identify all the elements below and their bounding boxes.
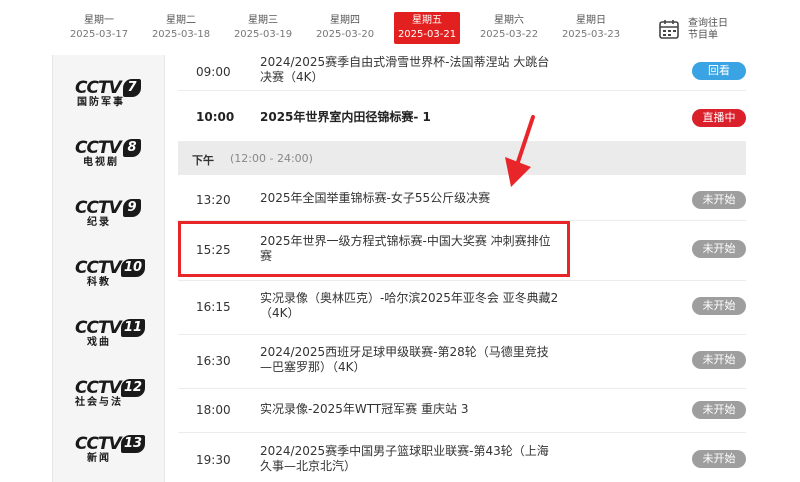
program-time: 16:30 xyxy=(196,354,231,368)
day-date: 2025-03-21 xyxy=(397,29,457,40)
live-button[interactable]: 直播中 xyxy=(692,109,746,127)
channel-number: 9 xyxy=(123,199,141,217)
section-range: (12:00 - 24:00) xyxy=(230,152,313,165)
history-label-line2: 节目单 xyxy=(688,30,718,41)
cctv-wordmark: CCTV xyxy=(75,258,122,278)
calendar-icon xyxy=(659,20,679,39)
program-time: 13:20 xyxy=(196,193,231,207)
channel-cctv13[interactable]: CCTV 13 新闻 xyxy=(73,433,146,473)
section-label: 下午 xyxy=(192,154,214,167)
program-title: 实况录像-2025年WTT冠军赛 重庆站 3 xyxy=(260,402,469,416)
cctv-wordmark: CCTV xyxy=(75,318,122,338)
history-label: 查询往日 节目单 xyxy=(688,18,758,42)
channel-number: 13 xyxy=(121,435,146,453)
program-time: 18:00 xyxy=(196,403,231,417)
channel-list: CCTV 7 国防军事 CCTV 8 电视剧 CCTV 9 纪录 CCTV 10… xyxy=(52,55,165,482)
program-row[interactable]: 16:15 实况录像（奥林匹克）-哈尔滨2025年亚冬会 亚冬典藏2（4K） 未… xyxy=(178,281,746,335)
channel-name: 社会与法 xyxy=(75,397,123,408)
upcoming-badge[interactable]: 未开始 xyxy=(692,297,746,315)
channel-name: 新闻 xyxy=(87,453,111,464)
program-row-live[interactable]: 10:00 2025年世界室内田径锦标赛- 1 直播中 xyxy=(178,91,746,142)
upcoming-badge[interactable]: 未开始 xyxy=(692,351,746,369)
day-weekday: 星期日 xyxy=(576,15,606,26)
day-tab-thu[interactable]: 星期四 2025-03-20 xyxy=(312,12,378,44)
program-row[interactable]: 13:20 2025年全国举重锦标赛-女子55公斤级决赛 未开始 xyxy=(178,175,746,221)
channel-number: 11 xyxy=(121,319,146,337)
program-title: 2025年全国举重锦标赛-女子55公斤级决赛 xyxy=(260,191,491,205)
channel-cctv12[interactable]: CCTV 12 社会与法 xyxy=(73,377,146,417)
channel-number: 12 xyxy=(121,379,146,397)
program-row[interactable]: 09:00 2024/2025赛季自由式滑雪世界杯-法国蒂涅站 大跳台决赛（4K… xyxy=(178,55,746,91)
week-selector: 星期一 2025-03-17 星期二 2025-03-18 星期三 2025-0… xyxy=(0,0,800,52)
channel-number: 8 xyxy=(123,139,141,157)
upcoming-badge[interactable]: 未开始 xyxy=(692,450,746,468)
program-time: 09:00 xyxy=(196,65,231,79)
upcoming-badge[interactable]: 未开始 xyxy=(692,401,746,419)
program-title: 2024/2025西班牙足球甲级联赛-第28轮（马德里竞技—巴塞罗那）（4K） xyxy=(260,345,549,374)
program-row[interactable]: 16:30 2024/2025西班牙足球甲级联赛-第28轮（马德里竞技—巴塞罗那… xyxy=(178,335,746,389)
day-date: 2025-03-19 xyxy=(233,29,293,40)
program-title: 2025年世界一级方程式锦标赛-中国大奖赛 冲刺赛排位赛 xyxy=(260,234,551,263)
time-section-header: 下午 (12:00 - 24:00) xyxy=(178,142,746,175)
upcoming-badge[interactable]: 未开始 xyxy=(692,191,746,209)
day-tab-fri-selected[interactable]: 星期五 2025-03-21 xyxy=(394,12,460,44)
day-tab-sat[interactable]: 星期六 2025-03-22 xyxy=(476,12,542,44)
channel-number: 10 xyxy=(121,259,146,277)
day-weekday: 星期四 xyxy=(330,15,360,26)
program-title: 2024/2025赛季自由式滑雪世界杯-法国蒂涅站 大跳台决赛（4K） xyxy=(260,55,550,84)
day-date: 2025-03-20 xyxy=(315,29,375,40)
program-title: 实况录像（奥林匹克）-哈尔滨2025年亚冬会 亚冬典藏2（4K） xyxy=(260,291,559,320)
channel-name: 科教 xyxy=(87,277,111,288)
channel-cctv9[interactable]: CCTV 9 纪录 xyxy=(73,197,145,237)
channel-name: 纪录 xyxy=(87,217,111,228)
day-weekday: 星期六 xyxy=(494,15,524,26)
day-date: 2025-03-17 xyxy=(69,29,129,40)
day-weekday: 星期一 xyxy=(84,15,114,26)
day-tab-mon[interactable]: 星期一 2025-03-17 xyxy=(66,12,132,44)
cctv-wordmark: CCTV xyxy=(75,198,122,218)
day-tab-wed[interactable]: 星期三 2025-03-19 xyxy=(230,12,296,44)
day-date: 2025-03-23 xyxy=(561,29,621,40)
program-title: 2025年世界室内田径锦标赛- 1 xyxy=(260,110,431,124)
day-date: 2025-03-18 xyxy=(151,29,211,40)
channel-cctv7[interactable]: CCTV 7 国防军事 xyxy=(73,77,145,117)
day-weekday: 星期五 xyxy=(412,15,442,26)
history-label-line1: 查询往日 xyxy=(688,18,728,29)
day-tab-sun[interactable]: 星期日 2025-03-23 xyxy=(558,12,624,44)
program-row[interactable]: 18:00 实况录像-2025年WTT冠军赛 重庆站 3 未开始 xyxy=(178,389,746,433)
cctv-wordmark: CCTV xyxy=(75,378,122,398)
channel-name: 国防军事 xyxy=(77,97,125,108)
program-time: 15:25 xyxy=(196,243,231,257)
channel-cctv8[interactable]: CCTV 8 电视剧 xyxy=(73,137,145,177)
history-schedule-button[interactable]: 查询往日 节目单 xyxy=(658,16,758,44)
day-weekday: 星期三 xyxy=(248,15,278,26)
channel-name: 电视剧 xyxy=(83,157,119,168)
upcoming-badge[interactable]: 未开始 xyxy=(692,240,746,258)
day-weekday: 星期二 xyxy=(166,15,196,26)
program-list: 09:00 2024/2025赛季自由式滑雪世界杯-法国蒂涅站 大跳台决赛（4K… xyxy=(178,55,746,482)
program-time: 10:00 xyxy=(196,110,235,124)
channel-number: 7 xyxy=(123,79,141,97)
channel-cctv10[interactable]: CCTV 10 科教 xyxy=(73,257,146,297)
cctv-wordmark: CCTV xyxy=(75,138,122,158)
day-tab-tue[interactable]: 星期二 2025-03-18 xyxy=(148,12,214,44)
channel-name: 戏曲 xyxy=(87,337,111,348)
program-time: 19:30 xyxy=(196,453,231,467)
program-row-highlighted[interactable]: 15:25 2025年世界一级方程式锦标赛-中国大奖赛 冲刺赛排位赛 未开始 xyxy=(178,221,746,281)
cctv-wordmark: CCTV xyxy=(75,78,122,98)
day-date: 2025-03-22 xyxy=(479,29,539,40)
replay-button[interactable]: 回看 xyxy=(692,62,746,80)
program-row[interactable]: 19:30 2024/2025赛季中国男子篮球职业联赛-第43轮（上海久事—北京… xyxy=(178,433,746,482)
cctv-wordmark: CCTV xyxy=(75,434,122,454)
program-title: 2024/2025赛季中国男子篮球职业联赛-第43轮（上海久事—北京北汽） xyxy=(260,444,549,473)
channel-cctv11[interactable]: CCTV 11 戏曲 xyxy=(73,317,146,357)
program-time: 16:15 xyxy=(196,300,231,314)
